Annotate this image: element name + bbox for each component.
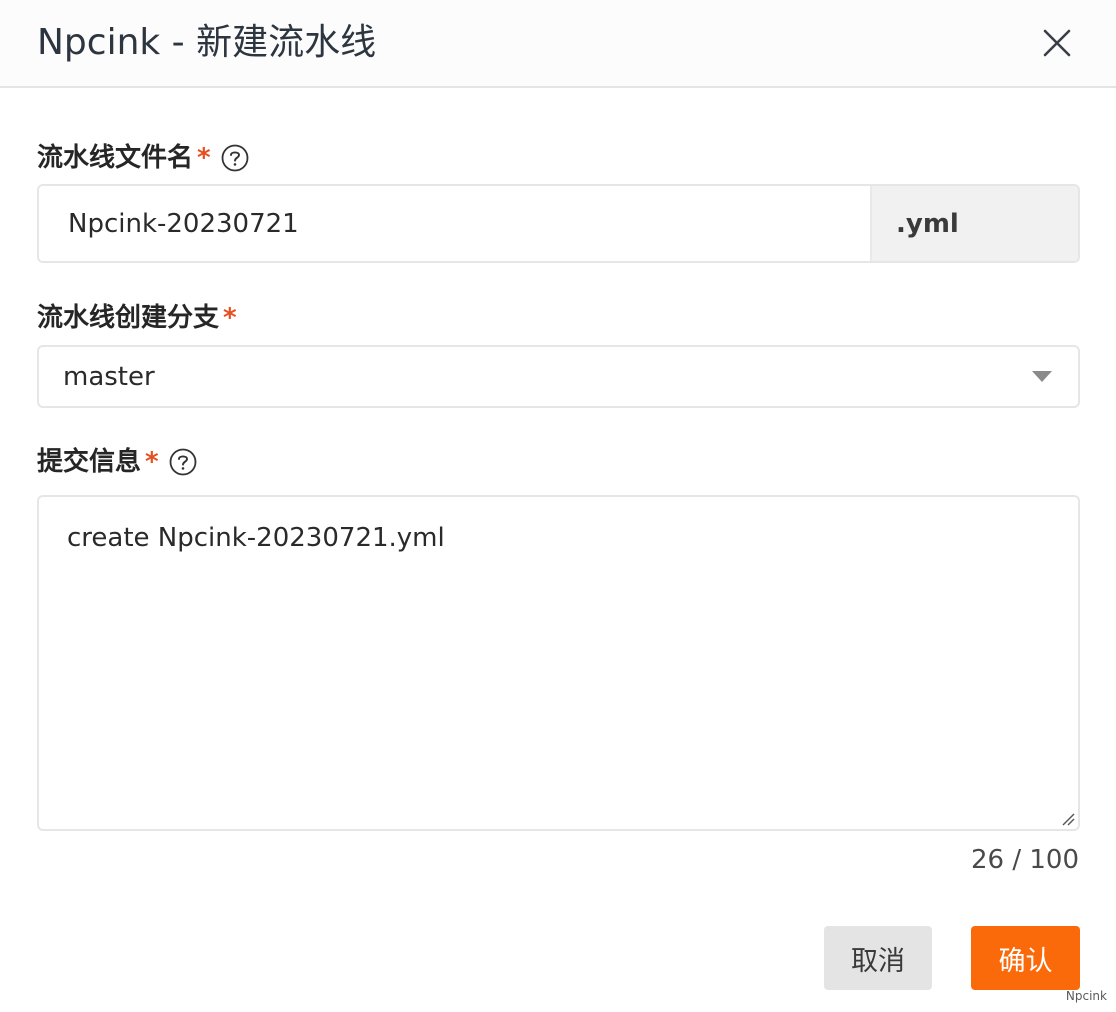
question-circle-icon[interactable] (169, 448, 197, 476)
resize-handle-icon[interactable] (1061, 812, 1075, 826)
caret-down-icon (1032, 371, 1052, 382)
close-button[interactable] (1036, 22, 1078, 64)
close-icon (1043, 29, 1071, 57)
filename-suffix: .yml (870, 186, 1078, 261)
filename-label-text: 流水线文件名 (37, 143, 194, 173)
required-mark: * (197, 143, 211, 173)
char-counter: 26 / 100 (971, 845, 1079, 875)
branch-select[interactable]: master (37, 345, 1080, 408)
branch-select-value: master (63, 361, 155, 392)
commit-message-textarea[interactable]: create Npcink-20230721.yml (39, 497, 1078, 829)
required-mark: * (223, 303, 237, 333)
watermark: Npcink (1065, 989, 1107, 1003)
commit-message-label: 提交信息 * (37, 444, 197, 480)
dialog-title: Npcink - 新建流水线 (37, 22, 377, 63)
branch-label-text: 流水线创建分支 (37, 303, 220, 333)
filename-input-group: .yml (37, 184, 1080, 263)
dialog-header: Npcink - 新建流水线 (0, 0, 1116, 88)
filename-input[interactable] (39, 186, 870, 261)
branch-label: 流水线创建分支 * (37, 300, 237, 336)
cancel-button[interactable]: 取消 (824, 926, 932, 990)
filename-label: 流水线文件名 * (37, 140, 249, 176)
commit-message-label-text: 提交信息 (37, 447, 142, 477)
confirm-button[interactable]: 确认 (971, 926, 1080, 990)
required-mark: * (145, 447, 159, 477)
commit-message-box: create Npcink-20230721.yml (37, 495, 1080, 831)
question-circle-icon[interactable] (221, 144, 249, 172)
